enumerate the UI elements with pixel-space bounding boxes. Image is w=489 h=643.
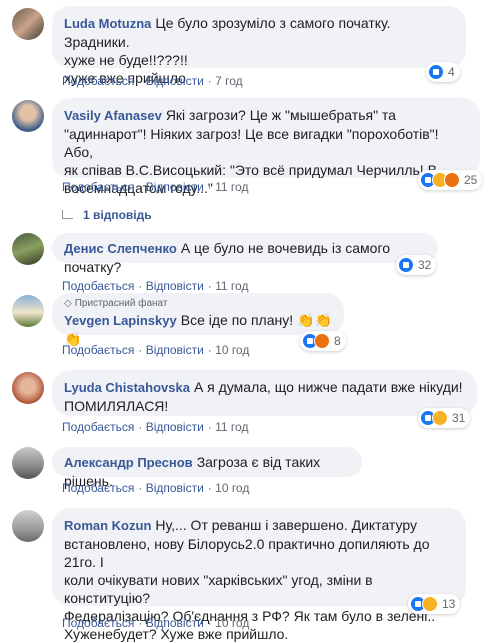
reaction-summary[interactable]: 4	[426, 62, 460, 82]
comment-actions: Подобається · Відповісти · 11 год	[62, 279, 249, 293]
comment-text-line: ПОМИЛЯЛАСЯ!	[64, 398, 169, 414]
timestamp[interactable]: 10 год	[215, 616, 249, 630]
like-link[interactable]: Подобається	[62, 481, 134, 495]
comment-author[interactable]: Vasily Afanasev	[64, 108, 162, 123]
sad-reaction-icon	[422, 596, 438, 612]
comment-actions: Подобається · Відповісти · 10 год	[62, 616, 250, 630]
fan-badge: ◇ Пристрасний фанат	[64, 298, 332, 309]
replies-count-label: 1 відповідь	[83, 208, 152, 222]
comment-actions: Подобається · Відповісти · 10 год	[62, 481, 250, 495]
like-reaction-icon	[428, 64, 444, 80]
comment-bubble: Lyuda Chistahovska А я думала, що нижче п…	[52, 370, 477, 416]
comment-author[interactable]: Roman Kozun	[64, 518, 151, 533]
comment-actions: Подобається · Відповісти · 10 год	[62, 343, 250, 357]
like-link[interactable]: Подобається	[62, 343, 134, 357]
diamond-icon: ◇	[64, 298, 72, 309]
view-replies-link[interactable]: 1 відповідь	[62, 208, 152, 222]
reply-link[interactable]: Відповісти	[146, 180, 204, 194]
comment-author[interactable]: Денис Слепченко	[64, 241, 177, 256]
comment-actions: Подобається · Відповісти · 11 год	[62, 420, 249, 434]
reply-link[interactable]: Відповісти	[146, 481, 204, 495]
comment-text-line: коли очікувати нових "харківських" угод,…	[64, 572, 373, 606]
reaction-summary[interactable]: 31	[418, 408, 471, 428]
comment-text-line: Які загрози? Це ж "мышебратья" та	[165, 107, 396, 123]
comment-author[interactable]: Александр Преснов	[64, 455, 193, 470]
reply-arrow-icon	[62, 210, 73, 219]
comment-text: Lyuda Chistahovska А я думала, що нижче п…	[64, 378, 465, 415]
reaction-count: 25	[464, 173, 478, 187]
like-link[interactable]: Подобається	[62, 180, 134, 194]
avatar[interactable]	[12, 233, 44, 265]
comment-bubble: Luda Motuzna Це було зрозуміло з самого п…	[52, 6, 466, 86]
avatar[interactable]	[12, 295, 44, 327]
avatar[interactable]	[12, 447, 44, 479]
timestamp[interactable]: 7 год	[215, 74, 243, 88]
comment-bubble: Денис Слепченко А це було не вочевидь із …	[52, 233, 438, 275]
like-link[interactable]: Подобається	[62, 74, 134, 88]
comment-text-line: встановлено, нову Білорусь2.0 практично …	[64, 536, 430, 570]
avatar[interactable]	[12, 372, 44, 404]
timestamp[interactable]: 10 год	[215, 481, 249, 495]
reply-link[interactable]: Відповісти	[146, 420, 204, 434]
comment-text-line: А я думала, що нижче падати вже нікуди!	[193, 379, 463, 395]
reply-link[interactable]: Відповісти	[146, 74, 204, 88]
reaction-count: 8	[334, 334, 341, 348]
comment-author[interactable]: Lyuda Chistahovska	[64, 380, 190, 395]
like-reaction-icon	[398, 257, 414, 273]
reaction-count: 31	[452, 411, 466, 425]
reaction-summary[interactable]: 32	[396, 255, 437, 275]
reaction-summary[interactable]: 8	[300, 331, 346, 351]
comment-bubble: ◇ Пристрасний фанат Yevgen Lapinskyy Все і…	[52, 293, 344, 347]
comment-bubble: Vasily Afanasev Які загрози? Це ж "мышебр…	[52, 98, 480, 196]
reaction-count: 32	[418, 258, 432, 272]
timestamp[interactable]: 11 год	[215, 420, 248, 434]
timestamp[interactable]: 10 год	[215, 343, 249, 357]
reaction-summary[interactable]: 25	[418, 170, 483, 190]
avatar[interactable]	[12, 8, 44, 40]
comment-author[interactable]: Yevgen Lapinskyy	[64, 313, 177, 328]
sad-reaction-icon	[432, 410, 448, 426]
like-link[interactable]: Подобається	[62, 279, 134, 293]
reply-link[interactable]: Відповісти	[146, 279, 204, 293]
angry-reaction-icon	[314, 333, 330, 349]
comment-text-line: як співав В.С.Висоцький: "Это всё придум…	[64, 162, 437, 178]
reaction-count: 4	[448, 65, 455, 79]
comment-author[interactable]: Luda Motuzna	[64, 16, 151, 31]
reaction-summary[interactable]: 13	[408, 594, 461, 614]
comment-actions: Подобається · Відповісти · 11 год	[62, 180, 249, 194]
avatar[interactable]	[12, 510, 44, 542]
reaction-count: 13	[442, 597, 456, 611]
comment-text-line: хуже не буде!!???!!	[64, 52, 188, 68]
like-link[interactable]: Подобається	[62, 616, 134, 630]
comment-text: Денис Слепченко А це було не вочевидь із …	[64, 239, 426, 276]
reply-link[interactable]: Відповісти	[146, 343, 204, 357]
like-link[interactable]: Подобається	[62, 420, 134, 434]
reply-link[interactable]: Відповісти	[146, 616, 204, 630]
angry-reaction-icon	[444, 172, 460, 188]
timestamp[interactable]: 11 год	[215, 279, 248, 293]
avatar[interactable]	[12, 100, 44, 132]
comment-text-line: "адиннарот"! Ніяких загроз! Це все вигад…	[64, 126, 439, 160]
badge-label: Пристрасний фанат	[74, 298, 168, 309]
comment-bubble: Александр Преснов Загроза є від таких ріш…	[52, 447, 362, 489]
comment-text-line: Ну,... От реванш і завершено. Диктатуру	[155, 517, 417, 533]
comment-bubble: Roman Kozun Ну,... От реванш і завершено.…	[52, 508, 466, 642]
comment-actions: Подобається · Відповісти · 7 год	[62, 74, 243, 88]
timestamp[interactable]: 11 год	[215, 180, 248, 194]
